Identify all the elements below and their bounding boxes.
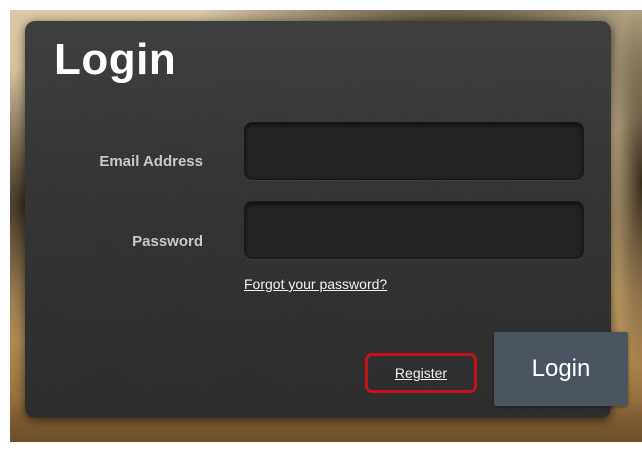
register-link[interactable]: Register [395, 365, 447, 381]
password-label: Password [132, 233, 203, 250]
forgot-password-link[interactable]: Forgot your password? [244, 276, 387, 292]
login-button[interactable]: Login [494, 332, 628, 406]
password-field[interactable] [244, 201, 584, 259]
page-title: Login [54, 35, 177, 84]
register-highlight: Register [365, 353, 477, 393]
email-label: Email Address [99, 153, 203, 170]
email-field[interactable] [244, 122, 584, 180]
